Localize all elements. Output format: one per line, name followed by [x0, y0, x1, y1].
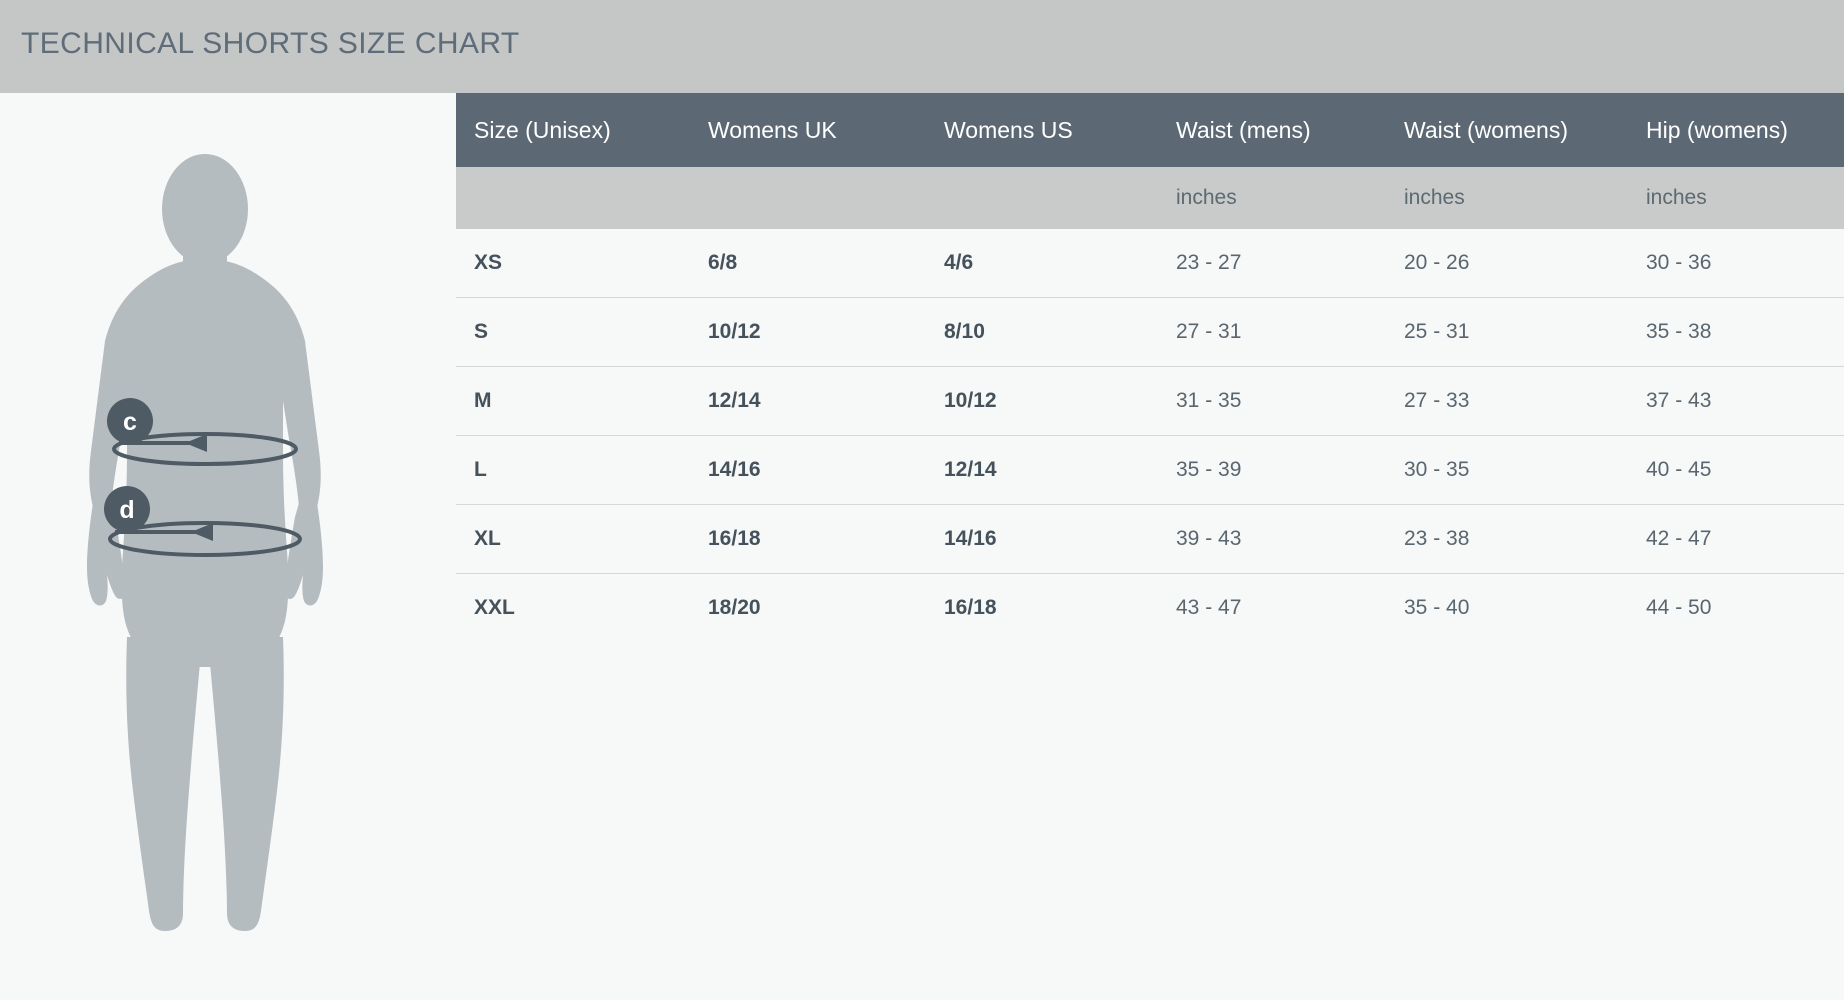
cell-size: M [456, 366, 690, 436]
body-silhouette-icon: c d [87, 154, 323, 931]
col-unit-womens-us [926, 167, 1158, 229]
cell-hip-womens: 35 - 38 [1628, 297, 1844, 367]
col-header-waist-mens: Waist (mens) [1158, 93, 1386, 167]
cell-size: XS [474, 251, 503, 274]
cell-womens-uk: 10/12 [690, 297, 926, 367]
cell-size: XXL [456, 573, 690, 642]
table-header-row: Size (Unisex) Womens UK Womens US Waist … [456, 93, 1844, 167]
cell-womens-uk: 6/8 [708, 251, 738, 274]
hip-marker-label: d [119, 496, 134, 524]
cell-waist-mens: 39 - 43 [1158, 504, 1386, 574]
table-row: S 10/12 8/10 27 - 31 25 - 31 35 - 38 [456, 297, 1844, 367]
table-row: M 12/14 10/12 31 - 35 27 - 33 37 - 43 [456, 366, 1844, 436]
col-unit-size [456, 167, 690, 229]
col-header-waist-womens: Waist (womens) [1386, 93, 1628, 167]
figure-panel: c d [0, 93, 456, 1000]
cell-hip-womens: 44 - 50 [1628, 573, 1844, 642]
waist-marker-c: c [107, 398, 153, 444]
size-chart-table: Size (Unisex) Womens UK Womens US Waist … [456, 93, 1844, 642]
cell-womens-us: 10/12 [926, 366, 1158, 436]
cell-hip-womens: 30 - 36 [1646, 251, 1712, 274]
title-bar: TECHNICAL SHORTS SIZE CHART [0, 0, 1844, 93]
cell-waist-mens: 43 - 47 [1158, 573, 1386, 642]
cell-waist-womens: 25 - 31 [1386, 297, 1628, 367]
cell-size: L [456, 435, 690, 505]
cell-womens-us: 16/18 [926, 573, 1158, 642]
table-row: XL 16/18 14/16 39 - 43 23 - 38 42 - 47 [456, 504, 1844, 574]
table-head: Size (Unisex) Womens UK Womens US Waist … [456, 93, 1844, 229]
cell-waist-womens: 35 - 40 [1386, 573, 1628, 642]
cell-size: S [456, 297, 690, 367]
size-table: Size (Unisex) Womens UK Womens US Waist … [456, 93, 1844, 1000]
page-body: c d Size (Unisex) Womens UK Womens US Wa… [0, 93, 1844, 1000]
cell-waist-womens: 20 - 26 [1404, 251, 1470, 274]
cell-womens-uk: 16/18 [690, 504, 926, 574]
cell-womens-us: 8/10 [926, 297, 1158, 367]
waist-marker-label: c [123, 408, 137, 436]
cell-womens-uk: 18/20 [690, 573, 926, 642]
col-header-womens-uk: Womens UK [690, 93, 926, 167]
cell-hip-womens: 37 - 43 [1628, 366, 1844, 436]
table-row: XXL 18/20 16/18 43 - 47 35 - 40 44 - 50 [456, 573, 1844, 642]
cell-hip-womens: 42 - 47 [1628, 504, 1844, 574]
hip-marker-d: d [104, 486, 150, 532]
col-header-hip-womens: Hip (womens) [1628, 93, 1844, 167]
cell-waist-womens: 30 - 35 [1386, 435, 1628, 505]
col-unit-womens-uk [690, 167, 926, 229]
cell-waist-womens: 27 - 33 [1386, 366, 1628, 436]
cell-womens-uk: 14/16 [690, 435, 926, 505]
table-row: L 14/16 12/14 35 - 39 30 - 35 40 - 45 [456, 435, 1844, 505]
cell-waist-mens: 23 - 27 [1176, 251, 1242, 274]
cell-waist-mens: 35 - 39 [1158, 435, 1386, 505]
col-header-size: Size (Unisex) [456, 93, 690, 167]
col-unit-waist-womens: inches [1386, 167, 1628, 229]
cell-womens-us: 12/14 [926, 435, 1158, 505]
cell-womens-us: 4/6 [944, 251, 974, 274]
cell-waist-mens: 31 - 35 [1158, 366, 1386, 436]
col-header-womens-us: Womens US [926, 93, 1158, 167]
cell-waist-womens: 23 - 38 [1386, 504, 1628, 574]
table-row: XS 6/8 4/6 23 - 27 20 - 26 30 - 36 [456, 229, 1844, 298]
cell-womens-us: 14/16 [926, 504, 1158, 574]
cell-waist-mens: 27 - 31 [1158, 297, 1386, 367]
cell-size: XL [456, 504, 690, 574]
cell-womens-uk: 12/14 [690, 366, 926, 436]
table-body: XS 6/8 4/6 23 - 27 20 - 26 30 - 36 S 10/… [456, 229, 1844, 642]
page-title: TECHNICAL SHORTS SIZE CHART [21, 27, 520, 60]
col-unit-hip-womens: inches [1628, 167, 1844, 229]
cell-hip-womens: 40 - 45 [1628, 435, 1844, 505]
table-units-row: inches inches inches [456, 167, 1844, 229]
col-unit-waist-mens: inches [1158, 167, 1386, 229]
